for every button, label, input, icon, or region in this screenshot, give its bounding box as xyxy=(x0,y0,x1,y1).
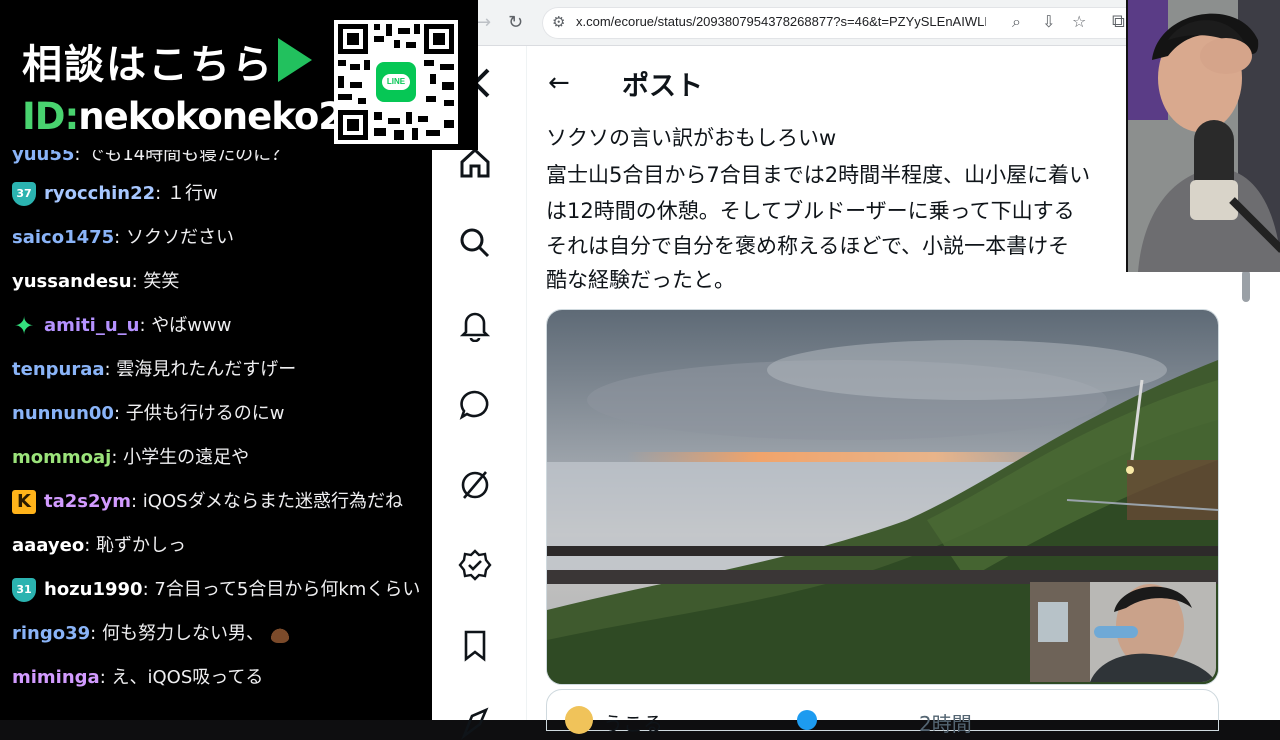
reload-icon[interactable]: ↻ xyxy=(508,12,523,33)
chat-username[interactable]: miminga xyxy=(12,656,100,700)
avatar xyxy=(565,706,593,734)
chat-username[interactable]: mommoaj xyxy=(12,436,111,480)
verified-badge-icon xyxy=(797,710,817,730)
k-badge-icon[interactable]: K xyxy=(12,490,36,514)
line-logo-icon: LINE xyxy=(382,74,410,90)
address-bar[interactable]: ⚙ x.com/ecorue/status/209380795437826887… xyxy=(542,7,1147,39)
poop-emoji-icon xyxy=(269,625,290,643)
forward-arrow-icon[interactable]: → xyxy=(476,12,491,33)
scrollbar-thumb[interactable] xyxy=(1242,270,1250,302)
chat-username[interactable]: yussandesu xyxy=(12,260,132,304)
messages-icon[interactable] xyxy=(458,388,492,422)
chat-text: : iQOSダメならまた迷惑行為だね xyxy=(131,491,404,512)
extensions-icon[interactable]: ⧉ xyxy=(1112,11,1125,32)
chat-username[interactable]: saico1475 xyxy=(12,216,114,260)
post-text-line: 酷な経験だったと。 xyxy=(546,268,735,292)
chat-message: aaayeo: 恥ずかしっ xyxy=(0,524,432,568)
post-text-line: ソクソの言い訳がおもしろいw xyxy=(546,126,837,150)
chat-text: : ソクソださい xyxy=(114,227,234,248)
chat-text: : 小学生の遠足や xyxy=(111,447,250,468)
chat-text: : でも14時間も寝たのに？ xyxy=(74,148,290,165)
chat-text: : 7合目って5合目から何kmくらい xyxy=(142,579,421,600)
chat-username[interactable]: amiti_u_u xyxy=(44,304,139,348)
search-icon[interactable] xyxy=(458,226,492,260)
chat-message: 37 ryocchin22: １行w xyxy=(0,172,432,216)
notifications-bell-icon[interactable] xyxy=(458,308,492,342)
chat-message: yussandesu: 笑笑 xyxy=(0,260,432,304)
install-app-icon[interactable]: ⇩ xyxy=(1042,12,1055,31)
bookmark-star-icon[interactable]: ☆ xyxy=(1072,12,1086,31)
post-text-line: 富士山5合目から7合目までは2時間半程度、山小屋に着い xyxy=(546,163,1091,187)
chat-text: : 子供も行けるのにw xyxy=(113,403,285,424)
chat-username[interactable]: ryocchin22 xyxy=(44,172,155,216)
verified-icon[interactable] xyxy=(458,548,492,582)
line-qr-code: LINE xyxy=(334,20,458,144)
subscriber-badge-icon[interactable]: 37 xyxy=(12,182,36,206)
promo-title: 相談はこちら xyxy=(22,42,274,88)
bookmarks-icon[interactable] xyxy=(458,628,492,662)
subscriber-badge-icon[interactable]: 31 xyxy=(12,578,36,602)
chat-text: : やばwww xyxy=(139,315,232,336)
chat-text: : 恥ずかしっ xyxy=(84,535,186,556)
chat-username[interactable]: nunnun00 xyxy=(12,392,114,436)
address-url[interactable]: x.com/ecorue/status/2093807954378268877?… xyxy=(576,14,986,29)
promo-id-prefix: ID: xyxy=(22,95,79,138)
inset-video xyxy=(1030,582,1216,682)
chat-username[interactable]: aaayeo xyxy=(12,524,84,568)
sparkle-badge-icon[interactable]: ✦ xyxy=(12,312,36,340)
post-text-line: それは自分で自分を褒め称えるほどで、小説一本書けそ xyxy=(546,234,1070,258)
back-arrow-icon[interactable]: ← xyxy=(548,68,570,98)
chat-text: : 笑笑 xyxy=(131,271,180,292)
chat-username[interactable]: ringo39 xyxy=(12,612,90,656)
chat-username[interactable]: ta2s2ym xyxy=(44,480,131,524)
chat-message: yuu55: でも14時間も寝たのに？ xyxy=(0,148,432,172)
page-title: ポスト xyxy=(622,71,703,102)
chat-message: ✦ amiti_u_u: やばwww xyxy=(0,304,432,348)
play-triangle-icon xyxy=(278,38,312,82)
chat-text: : え、iQOS吸ってる xyxy=(99,667,264,688)
webcam-feed xyxy=(1126,0,1280,272)
chat-message: 31 hozu1990: 7合目って5合目から何kmくらい xyxy=(0,568,432,612)
jobs-icon[interactable] xyxy=(458,706,492,740)
chat-message: Kta2s2ym: iQOSダメならまた迷惑行為だね xyxy=(0,480,432,524)
zoom-icon[interactable]: ⌕ xyxy=(1012,12,1021,32)
chat-message: nunnun00: 子供も行けるのにw xyxy=(0,392,432,436)
chat-text: : 雲海見れたんだすげー xyxy=(104,359,297,380)
home-icon[interactable] xyxy=(458,146,492,180)
chat-username[interactable]: tenpuraa xyxy=(12,348,105,392)
post-text-line: は12時間の休憩。そしてブルドーザーに乗って下山する xyxy=(546,199,1075,223)
chat-username[interactable]: yuu55 xyxy=(12,148,74,172)
site-settings-icon[interactable]: ⚙ xyxy=(552,13,565,31)
grok-icon[interactable] xyxy=(458,468,492,502)
chat-text: : 何も努力しない男、 xyxy=(90,623,264,644)
chat-message: saico1475: ソクソださい xyxy=(0,216,432,260)
promo-overlay: 相談はこちら ID:nekokoneko2018 LINE xyxy=(0,0,478,150)
chat-message: ringo39: 何も努力しない男、 xyxy=(0,612,432,656)
chat-message: mommoaj: 小学生の遠足や xyxy=(0,436,432,480)
quoted-author-card[interactable]: うこる 2時間 xyxy=(546,689,1219,736)
author-name: うこる xyxy=(603,712,663,736)
chat-message: tenpuraa: 雲海見れたんだすげー xyxy=(0,348,432,392)
chat-text: : １行w xyxy=(155,183,218,204)
chat-message: miminga: え、iQOS吸ってる xyxy=(0,656,432,700)
stream-chat: yuu55: でも14時間も寝たのに？ 37 ryocchin22: １行w saic… xyxy=(0,148,432,720)
chat-username[interactable]: hozu1990 xyxy=(44,568,143,612)
post-time: 2時間 xyxy=(919,712,972,736)
